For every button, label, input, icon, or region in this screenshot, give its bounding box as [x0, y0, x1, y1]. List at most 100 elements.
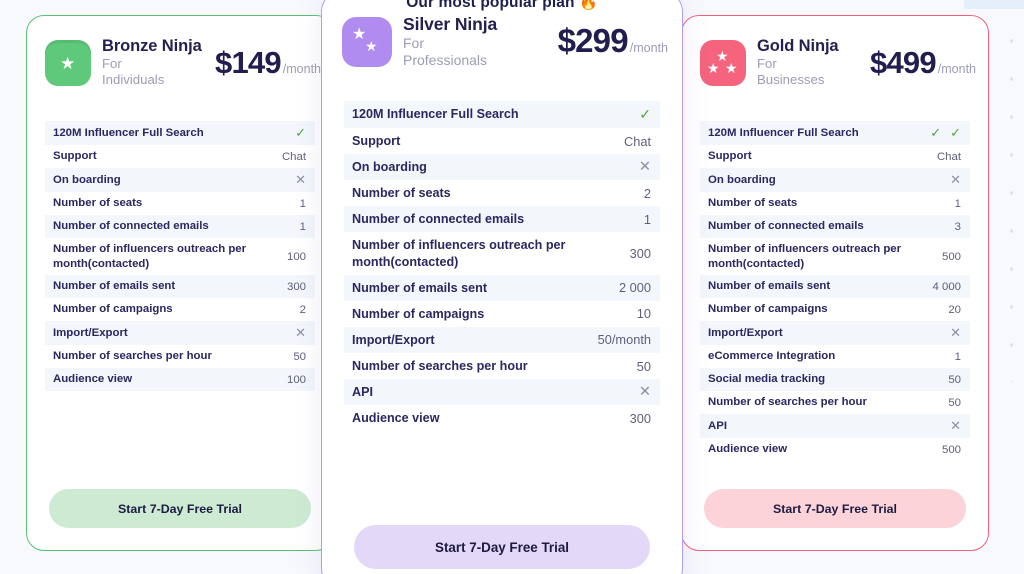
- feature-row: Import/Export ✕: [45, 321, 315, 346]
- feature-label: Number of influencers outreach per month…: [53, 243, 247, 270]
- feature-row: Number of searches per hour 50: [700, 391, 970, 414]
- plan-subtitle-line1: For: [403, 35, 424, 51]
- plan-header-gold: ★ ★ ★ Gold Ninja For Businesses $499 /mo…: [700, 37, 976, 88]
- feature-row: Audience view 100: [45, 368, 315, 392]
- price-period: /month: [937, 62, 976, 76]
- feature-label: Number of searches per hour: [352, 358, 528, 373]
- feature-row: 120M Influencer Full Search ✓: [344, 101, 660, 128]
- feature-label: Number of seats: [352, 186, 451, 201]
- plan-subtitle-line2: Professionals: [403, 52, 488, 69]
- check-icon: ✓: [950, 125, 961, 140]
- feature-value: 100: [286, 250, 306, 263]
- cross-icon: ✕: [295, 325, 306, 341]
- feature-label: On boarding: [708, 173, 776, 186]
- price-amount: $149: [215, 45, 282, 80]
- feature-label: API: [352, 385, 373, 400]
- feature-label: Number of seats: [708, 197, 798, 210]
- feature-value: 500: [941, 250, 961, 263]
- feature-label: Audience view: [352, 411, 440, 426]
- feature-list-silver: 120M Influencer Full Search ✓ Support Chat O…: [344, 101, 660, 431]
- cross-icon: ✕: [950, 325, 961, 341]
- cross-icon: ✕: [638, 159, 651, 176]
- feature-value: 3: [954, 220, 961, 233]
- feature-row: Number of influencers outreach per month…: [45, 238, 315, 275]
- feature-label: API: [708, 419, 727, 432]
- feature-value: ✓: [295, 125, 306, 141]
- feature-value: 300: [629, 246, 651, 262]
- feature-row: Number of seats 1: [45, 192, 315, 215]
- feature-value: 50: [948, 373, 961, 386]
- feature-row: Number of emails sent 300: [45, 275, 315, 299]
- feature-value: 10: [636, 306, 651, 322]
- feature-value: 500: [941, 443, 961, 456]
- feature-value: 50: [948, 396, 961, 409]
- feature-list-bronze: 120M Influencer Full Search ✓ Support Chat O…: [45, 121, 315, 392]
- pricing-card-bronze[interactable]: ★ Bronze Ninja For Individuals $149 /mon…: [26, 15, 334, 551]
- cross-icon: ✕: [638, 384, 651, 401]
- check-icon: ✓: [930, 125, 942, 140]
- plan-name: Bronze Ninja: [102, 37, 202, 55]
- feature-value: 1: [299, 220, 306, 233]
- feature-value: 2: [299, 303, 306, 316]
- feature-row: 120M Influencer Full Search ✓: [45, 121, 315, 145]
- feature-value: 1: [299, 197, 306, 210]
- pricing-card-gold[interactable]: ★ ★ ★ Gold Ninja For Businesses $499 /mo…: [681, 15, 989, 551]
- feature-value: Chat: [623, 133, 651, 149]
- plan-subtitle: For Businesses: [757, 56, 835, 88]
- feature-row: eCommerce Integration 1: [700, 345, 970, 368]
- price-period: /month: [282, 62, 321, 76]
- start-trial-button-silver[interactable]: Start 7-Day Free Trial: [354, 525, 650, 569]
- feature-row: Number of campaigns 10: [344, 301, 660, 327]
- plan-header-bronze: ★ Bronze Ninja For Individuals $149 /mon…: [45, 37, 321, 88]
- feature-row: Number of influencers outreach per month…: [700, 238, 970, 275]
- feature-row: Number of connected emails 3: [700, 215, 970, 238]
- price-amount: $299: [557, 22, 629, 59]
- feature-value: ✕: [950, 418, 961, 434]
- pricing-card-silver[interactable]: Our most popular plan 🔥 ★ ★ Silver Ninja…: [321, 0, 683, 574]
- feature-row: Number of seats 2: [344, 180, 660, 206]
- three-star-badge-icon: ★ ★ ★: [700, 40, 746, 86]
- feature-label: Social media tracking: [708, 373, 826, 386]
- feature-value: Chat: [281, 150, 306, 163]
- feature-row: Support Chat: [45, 145, 315, 168]
- feature-label: 120M Influencer Full Search: [708, 126, 859, 139]
- plan-name: Silver Ninja: [403, 14, 498, 34]
- feature-label: Number of campaigns: [708, 303, 828, 316]
- popular-plan-banner: Our most popular plan 🔥: [322, 0, 682, 12]
- feature-row: Audience view 500: [700, 438, 970, 461]
- feature-label: Number of influencers outreach per month…: [708, 243, 902, 270]
- feature-value: ✕: [950, 325, 961, 341]
- feature-list-gold: 120M Influencer Full Search ✓ ✓ Support Chat…: [700, 121, 970, 461]
- feature-label: Support: [352, 134, 401, 148]
- plan-subtitle-line1: For: [757, 56, 777, 71]
- feature-label: Number of seats: [53, 197, 143, 210]
- feature-label: Number of emails sent: [352, 280, 488, 295]
- feature-row: Import/Export ✕: [700, 321, 970, 346]
- feature-value: 2 000: [618, 280, 651, 296]
- feature-label: 120M Influencer Full Search: [352, 107, 519, 122]
- feature-label: Import/Export: [708, 326, 783, 339]
- feature-value: ✓: [639, 106, 651, 123]
- feature-label: Audience view: [53, 373, 133, 386]
- feature-label: Number of connected emails: [352, 212, 525, 227]
- feature-value: 2: [643, 185, 651, 201]
- feature-row: API ✕: [344, 379, 660, 406]
- start-trial-button-bronze[interactable]: Start 7-Day Free Trial: [49, 489, 311, 528]
- feature-value: 300: [629, 410, 651, 426]
- plan-header-silver: ★ ★ Silver Ninja For Professionals $299 …: [342, 14, 668, 69]
- feature-value: 1: [954, 350, 961, 363]
- feature-row: Number of campaigns 20: [700, 298, 970, 321]
- start-trial-button-gold[interactable]: Start 7-Day Free Trial: [704, 489, 966, 528]
- feature-label: Number of connected emails: [53, 220, 209, 233]
- feature-label: Number of emails sent: [53, 280, 176, 293]
- check-icon: ✓: [295, 125, 306, 140]
- feature-row: On boarding ✕: [45, 168, 315, 192]
- feature-label: Support: [53, 150, 97, 163]
- feature-row: Audience view 300: [344, 405, 660, 431]
- feature-value: Chat: [936, 150, 961, 163]
- price-amount: $499: [870, 45, 937, 80]
- feature-row: Import/Export 50/month: [344, 326, 660, 353]
- feature-row: Number of connected emails 1: [344, 206, 660, 233]
- one-star-badge-icon: ★: [45, 40, 91, 86]
- feature-label: Number of campaigns: [352, 306, 485, 321]
